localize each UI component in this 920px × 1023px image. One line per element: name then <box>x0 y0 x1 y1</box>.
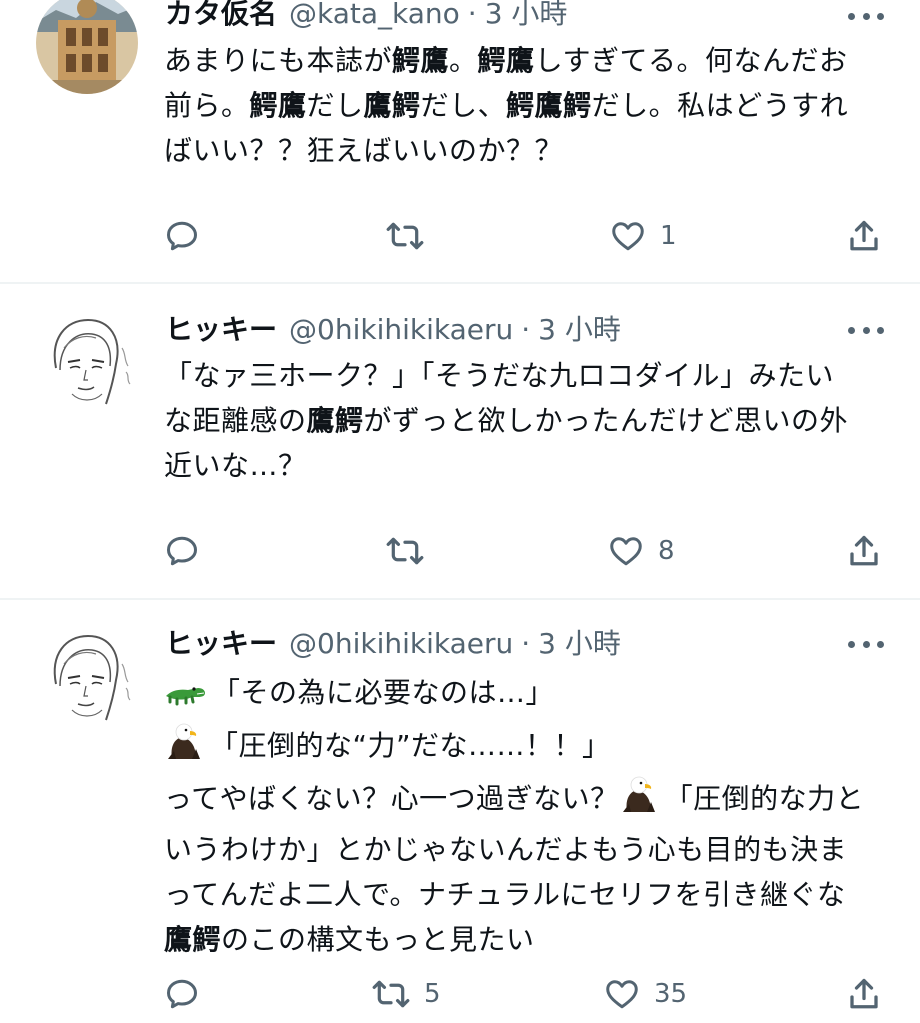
bold-text: 鷹鰐 <box>306 404 364 437</box>
bold-text: 鰐鷹 <box>392 44 450 77</box>
separator-dot: · <box>521 313 531 346</box>
tweet-text-line: 近いな…？ <box>164 443 884 488</box>
tweet-text: 「なァ三ホーク？」「そうだな九ロコダイル」みたい な距離感の鷹鰐がずっと欲しかった… <box>164 353 884 488</box>
text-segment: しすぎてる。何なんだお <box>534 44 848 77</box>
text-segment: 「圧倒的な力と <box>664 782 865 815</box>
bold-text: 鰐鷹 <box>249 89 307 122</box>
user-handle[interactable]: @0hikihikikaeru <box>289 624 513 664</box>
crocodile-emoji-icon <box>164 676 206 721</box>
share-button[interactable] <box>846 218 882 254</box>
tweet-text-line: 「なァ三ホーク？」「そうだな九ロコダイル」みたい <box>164 353 884 398</box>
bold-text: 鰐鷹鰐 <box>506 89 592 122</box>
heart-icon <box>612 222 644 251</box>
text-segment: がずっと欲しかったんだけど思いの外 <box>363 404 849 437</box>
tweet-text-line: ってんだよ二人で。ナチュラルにセリフを引き継ぐな <box>164 872 884 917</box>
text-segment: ってんだよ二人で。ナチュラルにセリフを引き継ぐな <box>164 878 846 911</box>
text-segment: 「なァ三ホーク？」「そうだな九ロコダイル」みたい <box>164 359 835 392</box>
avatar[interactable] <box>36 308 138 410</box>
retweet-count: 5 <box>424 979 441 1009</box>
bold-text: 鷹鰐 <box>363 89 421 122</box>
retweet-button[interactable]: 5 <box>372 976 441 1012</box>
retweet-icon <box>372 980 410 1008</box>
text-segment: な距離感の <box>164 404 307 437</box>
retweet-icon <box>386 222 424 250</box>
like-count: 35 <box>654 979 688 1009</box>
tweet-text-line: 鷹鰐のこの構文もっと見たい <box>164 917 884 962</box>
like-count: 1 <box>660 221 677 251</box>
more-icon[interactable] <box>848 322 884 338</box>
user-handle[interactable]: @kata_kano <box>289 0 460 34</box>
retweet-icon <box>386 537 424 565</box>
tweet[interactable]: ヒッキー @0hikihikikaeru · 3 小時 「その為に必要なのは…」… <box>0 600 920 1023</box>
like-button[interactable]: 1 <box>610 218 677 254</box>
reply-button[interactable] <box>164 533 214 569</box>
tweet-text: あまりにも本誌が鰐鷹。鰐鷹しすぎてる。何なんだお 前ら。鰐鷹だし鷹鰐だし、鰐鷹鰐だ… <box>164 38 884 173</box>
tweet-text-line: 「圧倒的な“力”だな……！！」 <box>164 721 884 774</box>
bold-text: 鷹鰐 <box>164 923 222 956</box>
tweet-text-line: ばいい？？狂えばいいのか？？ <box>164 128 884 173</box>
separator-dot: · <box>521 627 531 660</box>
text-segment: 近いな…？ <box>164 449 307 482</box>
like-button[interactable]: 8 <box>608 533 675 569</box>
text-segment: のこの構文もっと見たい <box>221 923 535 956</box>
like-button[interactable]: 35 <box>604 976 687 1012</box>
text-segment: 「その為に必要なのは…」 <box>212 676 555 709</box>
more-icon[interactable] <box>848 8 884 24</box>
reply-icon <box>167 979 197 1009</box>
timestamp[interactable]: 3 小時 <box>538 310 621 350</box>
reply-button[interactable] <box>164 976 214 1012</box>
eagle-emoji-icon <box>619 774 659 827</box>
avatar[interactable] <box>36 0 138 94</box>
text-segment: だし <box>306 89 364 122</box>
like-count: 8 <box>658 536 675 566</box>
tweet-text-line: 前ら。鰐鷹だし鷹鰐だし、鰐鷹鰐だし。私はどうすれ <box>164 83 884 128</box>
tweet-text-line: ってやばくない？心一つ過ぎない？ 「圧倒的な力と <box>164 774 884 827</box>
tweet-header: カタ仮名 @kata_kano · 3 小時 <box>165 0 567 34</box>
more-icon[interactable] <box>848 636 884 652</box>
reply-icon <box>167 536 197 566</box>
display-name[interactable]: ヒッキー <box>165 624 277 664</box>
share-button[interactable] <box>846 533 882 569</box>
eagle-emoji-icon <box>164 721 204 774</box>
reply-icon <box>167 221 197 251</box>
text-segment: ってやばくない？心一つ過ぎない？ <box>164 782 619 815</box>
timestamp[interactable]: 3 小時 <box>538 624 621 664</box>
text-segment: あまりにも本誌が <box>164 44 393 77</box>
tweet[interactable]: カタ仮名 @kata_kano · 3 小時 あまりにも本誌が鰐鷹。鰐鷹しすぎて… <box>0 0 920 282</box>
text-segment: だし、 <box>420 89 507 122</box>
share-button[interactable] <box>846 976 882 1012</box>
avatar[interactable] <box>36 624 138 726</box>
text-segment: だし。私はどうすれ <box>591 89 849 122</box>
tweet-header: ヒッキー @0hikihikikaeru · 3 小時 <box>165 310 621 350</box>
tweet-text-line: な距離感の鷹鰐がずっと欲しかったんだけど思いの外 <box>164 398 884 443</box>
heart-icon <box>610 537 642 566</box>
separator-dot: · <box>467 0 477 30</box>
text-segment: 前ら。 <box>164 89 250 122</box>
tweet[interactable]: ヒッキー @0hikihikikaeru · 3 小時 「なァ三ホーク？」「そう… <box>0 284 920 598</box>
tweet-header: ヒッキー @0hikihikikaeru · 3 小時 <box>165 624 621 664</box>
share-icon <box>850 978 878 1009</box>
display-name[interactable]: カタ仮名 <box>165 0 277 34</box>
bold-text: 鰐鷹 <box>477 44 535 77</box>
reply-button[interactable] <box>164 218 214 254</box>
tweet-text-line: いうわけか」とかじゃないんだよもう心も目的も決ま <box>164 827 884 872</box>
share-icon <box>850 220 878 251</box>
retweet-button[interactable] <box>386 533 438 569</box>
text-segment: いうわけか」とかじゃないんだよもう心も目的も決ま <box>164 833 848 866</box>
text-segment: 。 <box>449 44 478 77</box>
tweet-text: 「その為に必要なのは…」「圧倒的な“力”だな……！！」ってやばくない？心一つ過ぎ… <box>164 670 884 962</box>
heart-icon <box>606 980 638 1009</box>
text-segment: 「圧倒的な“力”だな……！！」 <box>210 729 611 762</box>
display-name[interactable]: ヒッキー <box>165 310 277 350</box>
timestamp[interactable]: 3 小時 <box>485 0 568 34</box>
share-icon <box>850 535 878 566</box>
text-segment: ばいい？？狂えばいいのか？？ <box>164 134 564 167</box>
retweet-button[interactable] <box>386 218 438 254</box>
tweet-text-line: あまりにも本誌が鰐鷹。鰐鷹しすぎてる。何なんだお <box>164 38 884 83</box>
user-handle[interactable]: @0hikihikikaeru <box>289 310 513 350</box>
tweet-text-line: 「その為に必要なのは…」 <box>164 670 884 721</box>
